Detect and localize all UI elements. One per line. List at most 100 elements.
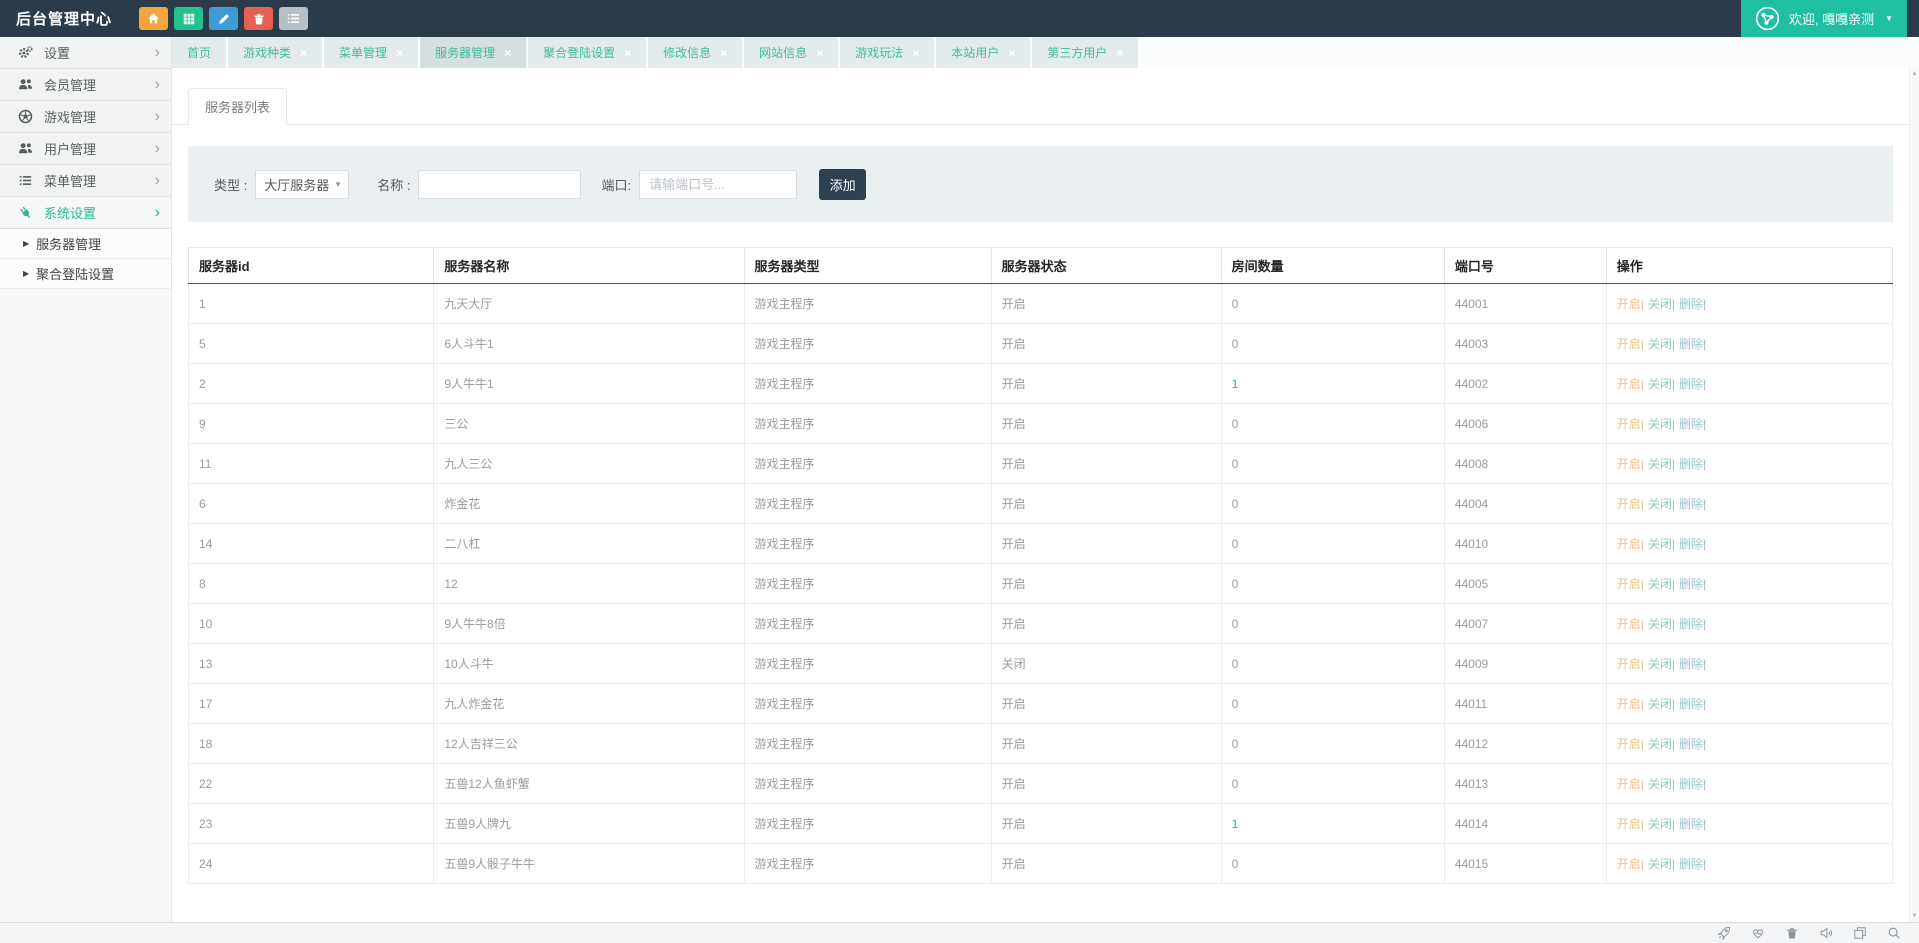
delete-link[interactable]: 删除| — [1679, 537, 1706, 551]
sidebar-item-4[interactable]: 菜单管理 › — [0, 165, 171, 197]
open-link[interactable]: 开启| — [1617, 377, 1644, 391]
cell-id: 9 — [187, 403, 435, 444]
close-link[interactable]: 关闭| — [1648, 497, 1675, 511]
tab-server-list[interactable]: 服务器列表 — [188, 88, 288, 125]
heart-pulse-icon[interactable] — [1741, 926, 1775, 940]
delete-link[interactable]: 删除| — [1679, 417, 1706, 431]
close-link[interactable]: 关闭| — [1648, 737, 1675, 751]
open-link[interactable]: 开启| — [1617, 457, 1644, 471]
list-quick-button[interactable] — [279, 7, 309, 30]
close-link[interactable]: 关闭| — [1648, 697, 1675, 711]
pencil-quick-button[interactable] — [209, 7, 239, 30]
close-icon[interactable]: × — [912, 47, 919, 59]
scroll-down-icon[interactable]: ▼ — [1912, 910, 1918, 922]
delete-link[interactable]: 删除| — [1679, 617, 1706, 631]
close-link[interactable]: 关闭| — [1648, 577, 1675, 591]
sidebar-item-1[interactable]: 会员管理 › — [0, 69, 171, 101]
delete-link[interactable]: 删除| — [1679, 737, 1706, 751]
tab-7[interactable]: 游戏玩法 × — [840, 37, 935, 68]
open-link[interactable]: 开启| — [1617, 857, 1644, 871]
close-link[interactable]: 关闭| — [1648, 537, 1675, 551]
trash-quick-button[interactable] — [244, 7, 274, 30]
table-row: 14 二八杠 游戏主程序 开启 0 44010 开启| 关闭| 删除| — [187, 523, 1894, 564]
user-menu-button[interactable]: 欢迎, 嘎嘎亲测 ▼ — [1740, 0, 1907, 37]
trash-icon[interactable] — [1775, 927, 1809, 939]
delete-link[interactable]: 删除| — [1679, 777, 1706, 791]
tab-8[interactable]: 本站用户 × — [936, 37, 1031, 68]
open-link[interactable]: 开启| — [1617, 537, 1644, 551]
speaker-icon[interactable] — [1809, 926, 1843, 940]
open-link[interactable]: 开启| — [1617, 697, 1644, 711]
cell-name: 三公 — [433, 403, 745, 444]
cell-actions: 开启| 关闭| 删除| — [1605, 443, 1894, 484]
server-type-select[interactable]: 大厅服务器 ▾ — [255, 169, 350, 199]
open-link[interactable]: 开启| — [1617, 777, 1644, 791]
windows-icon[interactable] — [1843, 926, 1877, 940]
delete-link[interactable]: 删除| — [1679, 337, 1706, 351]
close-link[interactable]: 关闭| — [1648, 377, 1675, 391]
open-link[interactable]: 开启| — [1617, 817, 1644, 831]
close-icon[interactable]: × — [300, 47, 307, 59]
tab-0[interactable]: 首页 — [172, 37, 227, 68]
open-link[interactable]: 开启| — [1617, 337, 1644, 351]
sidebar-subitem-0[interactable]: ▶ 服务器管理 — [0, 229, 171, 259]
rocket-icon[interactable] — [1707, 926, 1741, 940]
grid-quick-button[interactable] — [174, 7, 204, 30]
close-link[interactable]: 关闭| — [1648, 297, 1675, 311]
tab-5[interactable]: 修改信息 × — [648, 37, 743, 68]
port-input[interactable] — [639, 169, 798, 199]
scroll-up-icon[interactable]: ▲ — [1912, 68, 1918, 80]
delete-link[interactable]: 删除| — [1679, 657, 1706, 671]
open-link[interactable]: 开启| — [1617, 657, 1644, 671]
tab-9[interactable]: 第三方用户 × — [1032, 37, 1139, 68]
close-icon[interactable]: × — [624, 47, 631, 59]
cell-port: 44012 — [1443, 723, 1607, 764]
delete-link[interactable]: 删除| — [1679, 857, 1706, 871]
tab-2[interactable]: 菜单管理 × — [324, 37, 419, 68]
tab-6[interactable]: 网站信息 × — [744, 37, 839, 68]
open-link[interactable]: 开启| — [1617, 417, 1644, 431]
home-quick-button[interactable] — [139, 7, 169, 30]
sidebar-item-0[interactable]: 设置 › — [0, 37, 171, 69]
tab-1[interactable]: 游戏种类 × — [228, 37, 323, 68]
close-link[interactable]: 关闭| — [1648, 817, 1675, 831]
open-link[interactable]: 开启| — [1617, 297, 1644, 311]
sidebar-subitem-1[interactable]: ▶ 聚合登陆设置 — [0, 259, 171, 289]
close-icon[interactable]: × — [1008, 47, 1015, 59]
close-link[interactable]: 关闭| — [1648, 657, 1675, 671]
open-link[interactable]: 开启| — [1617, 617, 1644, 631]
open-link[interactable]: 开启| — [1617, 577, 1644, 591]
open-link[interactable]: 开启| — [1617, 497, 1644, 511]
close-icon[interactable]: × — [720, 47, 727, 59]
close-icon[interactable]: × — [396, 47, 403, 59]
delete-link[interactable]: 删除| — [1679, 817, 1706, 831]
sidebar-item-5[interactable]: 系统设置 › — [0, 197, 171, 229]
sidebar-item-3[interactable]: 用户管理 › — [0, 133, 171, 165]
cell-status: 开启 — [990, 723, 1222, 764]
vertical-scrollbar[interactable]: ▲ ▼ — [1909, 68, 1919, 922]
tab-3[interactable]: 服务器管理 × — [420, 37, 527, 68]
delete-link[interactable]: 删除| — [1679, 457, 1706, 471]
close-link[interactable]: 关闭| — [1648, 417, 1675, 431]
close-link[interactable]: 关闭| — [1648, 857, 1675, 871]
delete-link[interactable]: 删除| — [1679, 377, 1706, 391]
cell-port: 44002 — [1443, 363, 1607, 404]
close-link[interactable]: 关闭| — [1648, 617, 1675, 631]
delete-link[interactable]: 删除| — [1679, 577, 1706, 591]
tab-4[interactable]: 聚合登陆设置 × — [528, 37, 647, 68]
close-link[interactable]: 关闭| — [1648, 777, 1675, 791]
delete-link[interactable]: 删除| — [1679, 297, 1706, 311]
search-icon[interactable] — [1877, 926, 1911, 940]
chevron-right-icon: › — [154, 75, 160, 93]
sidebar-item-2[interactable]: 游戏管理 › — [0, 101, 171, 133]
close-icon[interactable]: × — [504, 47, 511, 59]
close-icon[interactable]: × — [816, 47, 823, 59]
delete-link[interactable]: 删除| — [1679, 497, 1706, 511]
close-link[interactable]: 关闭| — [1648, 457, 1675, 471]
close-icon[interactable]: × — [1116, 47, 1123, 59]
close-link[interactable]: 关闭| — [1648, 337, 1675, 351]
name-input[interactable] — [418, 169, 582, 199]
delete-link[interactable]: 删除| — [1679, 697, 1706, 711]
add-button[interactable]: 添加 — [819, 168, 867, 200]
open-link[interactable]: 开启| — [1617, 737, 1644, 751]
